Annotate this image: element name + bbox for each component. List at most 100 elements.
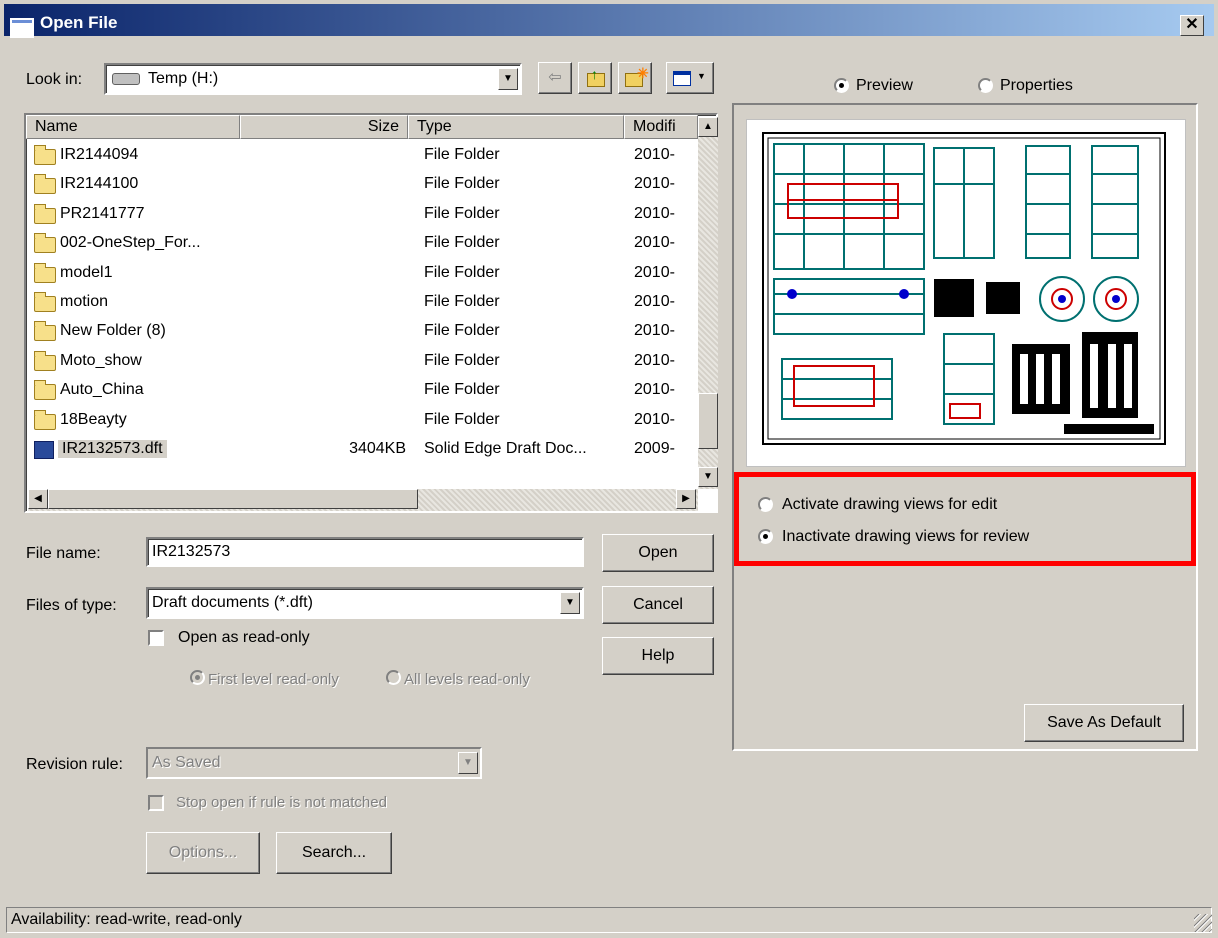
file-type-cell: Solid Edge Draft Doc...	[424, 440, 587, 457]
file-row[interactable]: Moto_show File Folder 2010-	[26, 347, 696, 376]
file-row[interactable]: IR2144100 File Folder 2010-	[26, 170, 696, 199]
save-as-default-button[interactable]: Save As Default	[1024, 704, 1184, 742]
chevron-down-icon[interactable]: ▼	[458, 752, 478, 774]
file-modified-cell: 2010-	[634, 351, 675, 369]
file-row[interactable]: 18Beayty File Folder 2010-	[26, 406, 696, 435]
highlight-box	[734, 472, 1196, 566]
file-row[interactable]: Auto_China File Folder 2010-	[26, 376, 696, 405]
look-in-label: Look in:	[26, 71, 83, 88]
properties-label: Properties	[1000, 77, 1073, 94]
folder-icon	[34, 380, 56, 401]
drive-icon	[112, 73, 140, 85]
folder-icon	[34, 409, 56, 430]
file-name-cell: Moto_show	[60, 351, 142, 369]
draft-document-icon	[34, 441, 54, 459]
look-in-combo[interactable]: Temp (H:) ▼	[104, 63, 522, 95]
revision-rule-combo[interactable]: As Saved ▼	[146, 747, 482, 779]
file-name-cell: IR2132573.dft	[58, 440, 167, 458]
file-name-cell: New Folder (8)	[60, 322, 166, 340]
file-row[interactable]: IR2132573.dft 3404KB Solid Edge Draft Doc.…	[26, 435, 696, 464]
file-type-cell: File Folder	[424, 410, 500, 428]
file-type-cell: File Folder	[424, 175, 500, 193]
all-levels-radio[interactable]	[386, 670, 401, 685]
folder-icon	[34, 292, 56, 312]
back-icon[interactable]: ⇦	[538, 62, 572, 94]
file-type-cell: File Folder	[424, 351, 500, 369]
vertical-scrollbar[interactable]: ▲ ▼	[698, 117, 718, 489]
scroll-down-button[interactable]: ▼	[698, 467, 718, 487]
hscroll-thumb[interactable]	[48, 489, 418, 509]
scroll-up-button[interactable]: ▲	[698, 117, 718, 137]
options-button[interactable]: Options...	[146, 832, 260, 874]
file-row[interactable]: PR2141777 File Folder 2010-	[26, 200, 696, 229]
file-name-value: IR2132573	[152, 543, 231, 560]
folder-icon	[34, 233, 56, 254]
chevron-down-icon[interactable]: ▼	[560, 592, 580, 614]
column-header-name[interactable]: Name	[26, 115, 240, 139]
look-in-value: Temp (H:)	[148, 70, 219, 87]
file-name-cell: PR2141777	[60, 204, 145, 222]
file-modified-cell: 2010-	[634, 381, 675, 399]
horizontal-scrollbar[interactable]: ◀ ▶	[28, 489, 698, 511]
open-readonly-checkbox[interactable]	[148, 630, 164, 646]
close-button[interactable]: ✕	[1180, 15, 1204, 36]
file-type-cell: File Folder	[424, 293, 500, 310]
scroll-left-button[interactable]: ◀	[28, 489, 48, 509]
new-folder-icon[interactable]: ✳	[618, 62, 652, 94]
folder-icon	[34, 321, 56, 342]
column-header-modified[interactable]: Modifi	[624, 115, 698, 139]
file-modified-cell: 2010-	[634, 146, 675, 163]
files-of-type-value: Draft documents (*.dft)	[152, 594, 313, 611]
window-title: Open File	[40, 13, 118, 32]
open-readonly-label: Open as read-only	[178, 629, 310, 646]
help-button[interactable]: Help	[602, 637, 714, 675]
file-name-cell: 18Beayty	[60, 410, 127, 428]
file-modified-cell: 2010-	[634, 263, 675, 281]
chevron-down-icon[interactable]: ▼	[498, 68, 518, 90]
file-type-cell: File Folder	[424, 263, 500, 281]
open-button[interactable]: Open	[602, 534, 714, 572]
file-row[interactable]: 002-OneStep_For... File Folder 2010-	[26, 229, 696, 258]
stop-open-label: Stop open if rule is not matched	[176, 794, 387, 811]
revision-rule-label: Revision rule:	[26, 756, 123, 773]
properties-radio[interactable]	[978, 78, 993, 93]
column-header-size[interactable]: Size	[240, 115, 408, 139]
cancel-button[interactable]: Cancel	[602, 586, 714, 624]
scroll-thumb[interactable]	[698, 393, 718, 449]
file-name-cell: Auto_China	[60, 381, 144, 399]
up-folder-icon[interactable]: ↑	[578, 62, 612, 94]
window-icon	[10, 18, 34, 38]
files-of-type-combo[interactable]: Draft documents (*.dft) ▼	[146, 587, 584, 619]
file-name-input[interactable]: IR2132573	[146, 537, 584, 567]
file-modified-cell: 2010-	[634, 410, 675, 428]
file-row[interactable]: IR2144094 File Folder 2010-	[26, 141, 696, 170]
search-button[interactable]: Search...	[276, 832, 392, 874]
file-row[interactable]: motion File Folder 2010-	[26, 288, 696, 317]
folder-icon	[34, 203, 56, 224]
file-row[interactable]: model1 File Folder 2010-	[26, 259, 696, 288]
file-row[interactable]: New Folder (8) File Folder 2010-	[26, 317, 696, 346]
revision-rule-value: As Saved	[152, 754, 221, 771]
file-modified-cell: 2010-	[634, 322, 675, 340]
file-list[interactable]: Name Size Type Modifi IR2144094 File Fold…	[24, 113, 718, 513]
file-modified-cell: 2010-	[634, 204, 675, 222]
file-type-cell: File Folder	[424, 146, 500, 163]
drawing-thumbnail	[762, 132, 1166, 445]
view-menu-icon[interactable]: ▼	[666, 62, 714, 94]
file-name-cell: motion	[60, 293, 109, 310]
file-modified-cell: 2010-	[634, 234, 675, 252]
file-name-label: File name:	[26, 545, 101, 562]
file-name-cell: model1	[60, 263, 113, 281]
preview-radio[interactable]	[834, 78, 849, 93]
file-type-cell: File Folder	[424, 234, 500, 252]
first-level-radio[interactable]	[190, 670, 205, 685]
stop-open-checkbox[interactable]	[148, 795, 164, 811]
scroll-right-button[interactable]: ▶	[676, 489, 696, 509]
file-modified-cell: 2009-	[634, 440, 675, 457]
file-modified-cell: 2010-	[634, 175, 675, 193]
drawing-preview-image	[767, 137, 1161, 440]
title-bar	[4, 4, 1214, 36]
resize-grip-icon[interactable]	[1194, 914, 1212, 932]
column-header-type[interactable]: Type	[408, 115, 624, 139]
file-name-cell: IR2144094	[60, 146, 139, 163]
